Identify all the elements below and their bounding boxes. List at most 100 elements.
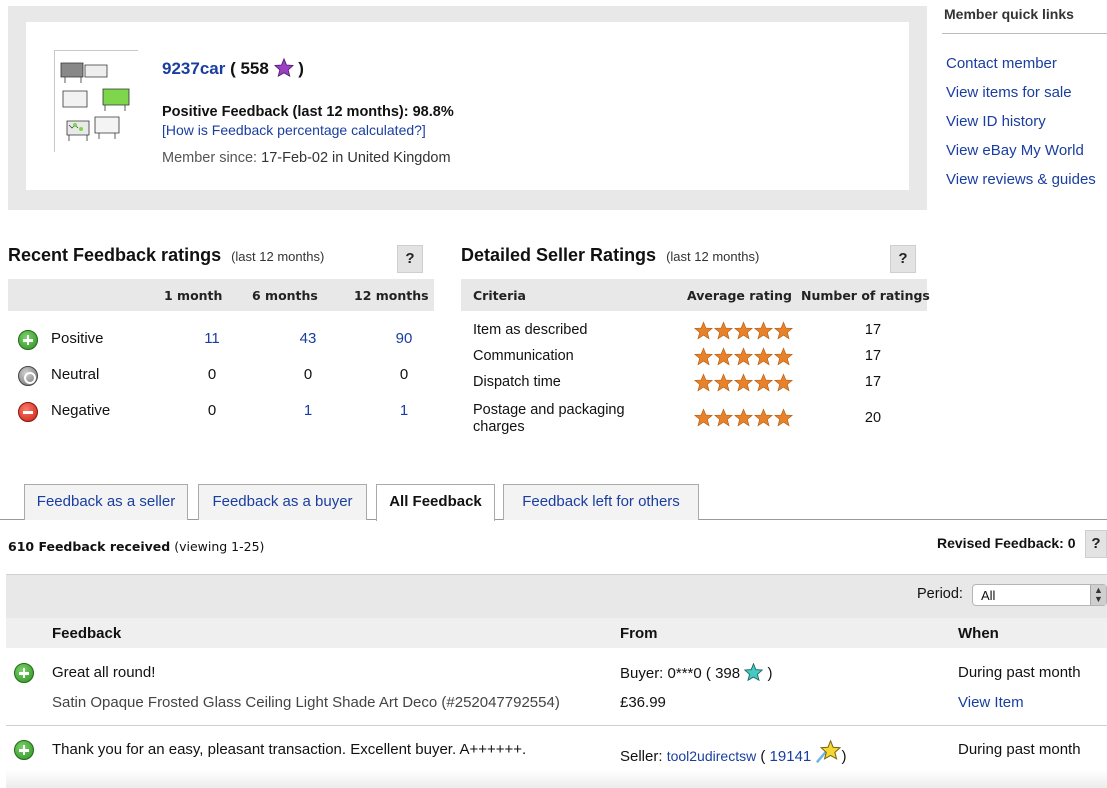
feedback-from: Seller: tool2udirectsw ( 19141 ) xyxy=(620,739,846,768)
feedback-item-title: Satin Opaque Frosted Glass Ceiling Light… xyxy=(52,694,560,711)
revised-feedback-help-button[interactable]: ? xyxy=(1085,530,1107,558)
star-icon xyxy=(713,321,734,340)
col-average-rating: Average rating xyxy=(687,288,792,303)
positive-12-months-link[interactable]: 90 xyxy=(384,330,424,347)
star-icon xyxy=(773,347,794,366)
neutral-12-months: 0 xyxy=(399,366,409,383)
neutral-1-month: 0 xyxy=(207,366,217,383)
feedback-when: During past month xyxy=(958,664,1081,681)
col-criteria: Criteria xyxy=(473,288,526,303)
quick-links-title: Member quick links xyxy=(944,6,1074,22)
positive-icon xyxy=(18,330,38,350)
star-rating xyxy=(693,321,794,340)
feedback-percentage-help-link[interactable]: [How is Feedback percentage calculated?] xyxy=(162,122,426,138)
member-username-link[interactable]: 9237car xyxy=(162,59,225,78)
star-icon xyxy=(753,373,774,392)
member-since: Member since: 17-Feb-02 in United Kingdo… xyxy=(162,150,451,166)
view-id-history-link[interactable]: View ID history xyxy=(946,113,1046,130)
member-score: 558 xyxy=(240,59,269,78)
positive-1-month-link[interactable]: 11 xyxy=(192,330,232,347)
member-summary-box: 9237car ( 558 ) Positive Feedback (last … xyxy=(8,6,927,210)
negative-6-months-link[interactable]: 1 xyxy=(288,402,328,419)
star-icon xyxy=(753,321,774,340)
feedback-price: £36.99 xyxy=(620,694,666,711)
star-icon xyxy=(693,347,714,366)
seller-score-link[interactable]: 19141 xyxy=(770,748,812,765)
col-6-months: 6 months xyxy=(252,288,318,303)
neutral-icon xyxy=(18,366,38,386)
star-icon xyxy=(773,321,794,340)
star-icon xyxy=(753,408,774,427)
neutral-6-months: 0 xyxy=(303,366,313,383)
star-icon xyxy=(753,347,774,366)
feedback-comment: Thank you for an easy, pleasant transact… xyxy=(52,741,527,758)
dsr-title: Detailed Seller Ratings (last 12 months) xyxy=(461,245,760,265)
select-arrows-icon: ▲ ▼ xyxy=(1090,585,1106,605)
feedback-table-header: Feedback From When xyxy=(6,618,1107,648)
recent-ratings-help-button[interactable]: ? xyxy=(397,245,423,273)
col-1-month: 1 month xyxy=(164,288,223,303)
member-avatar[interactable] xyxy=(54,50,139,153)
star-icon xyxy=(713,373,734,392)
feedback-comment: Great all round! xyxy=(52,664,156,681)
purple-star-icon xyxy=(273,57,294,82)
member-since-value: 17-Feb-02 in United Kingdom xyxy=(261,150,451,166)
star-icon xyxy=(713,347,734,366)
star-icon xyxy=(733,373,754,392)
positive-feedback-percentage: Positive Feedback (last 12 months): 98.8… xyxy=(162,104,454,120)
row-divider xyxy=(6,725,1107,726)
tab-feedback-left-for-others[interactable]: Feedback left for others xyxy=(503,484,699,520)
buyer-score: 398 xyxy=(715,665,741,682)
view-item-link[interactable]: View Item xyxy=(958,694,1024,711)
feedback-when: During past month xyxy=(958,741,1081,758)
period-select[interactable]: All ▲ ▼ xyxy=(972,584,1107,606)
period-label: Period: xyxy=(917,586,963,602)
turquoise-star-icon xyxy=(744,662,764,685)
contact-member-link[interactable]: Contact member xyxy=(946,55,1057,72)
tab-feedback-as-seller[interactable]: Feedback as a seller xyxy=(24,484,188,520)
buyer-username: 0***0 xyxy=(667,665,702,682)
dsr-header: Criteria Average rating Number of rating… xyxy=(461,279,930,311)
star-icon xyxy=(733,347,754,366)
rating-row-negative: Negative 0 1 1 xyxy=(18,400,428,424)
dsr-subtitle: (last 12 months) xyxy=(666,249,760,264)
seller-username-link[interactable]: tool2udirectsw xyxy=(667,748,757,764)
member-card: 9237car ( 558 ) Positive Feedback (last … xyxy=(26,22,909,190)
recent-ratings-title: Recent Feedback ratings (last 12 months) xyxy=(8,245,325,265)
star-icon xyxy=(733,321,754,340)
member-title: 9237car ( 558 ) xyxy=(162,57,304,82)
view-my-world-link[interactable]: View eBay My World xyxy=(946,142,1084,159)
view-items-for-sale-link[interactable]: View items for sale xyxy=(946,84,1072,101)
positive-icon xyxy=(14,740,34,760)
recent-ratings-header: 1 month 6 months 12 months xyxy=(8,279,434,311)
recent-ratings-subtitle: (last 12 months) xyxy=(231,249,325,264)
negative-12-months-link[interactable]: 1 xyxy=(384,402,424,419)
star-icon xyxy=(773,373,794,392)
revised-feedback-count: Revised Feedback: 0 xyxy=(937,535,1076,551)
positive-icon xyxy=(14,663,34,683)
quick-links-list: Contact member View items for sale View … xyxy=(946,55,1096,200)
feedback-from: Buyer: 0***0 ( 398 ) xyxy=(620,662,772,685)
star-icon xyxy=(733,408,754,427)
tab-feedback-as-buyer[interactable]: Feedback as a buyer xyxy=(198,484,367,520)
star-rating xyxy=(693,347,794,366)
tab-all-feedback[interactable]: All Feedback xyxy=(376,484,495,521)
col-number-of-ratings: Number of ratings xyxy=(801,288,930,303)
positive-6-months-link[interactable]: 43 xyxy=(288,330,328,347)
star-icon xyxy=(693,373,714,392)
col-from: From xyxy=(620,625,658,642)
view-reviews-guides-link[interactable]: View reviews & guides xyxy=(946,171,1096,188)
rating-row-neutral: Neutral 0 0 0 xyxy=(18,364,428,388)
star-icon xyxy=(773,408,794,427)
member-since-label: Member since: xyxy=(162,150,258,166)
star-rating xyxy=(693,373,794,392)
star-icon xyxy=(713,408,734,427)
col-feedback: Feedback xyxy=(52,625,122,642)
star-icon xyxy=(693,408,714,427)
dsr-help-button[interactable]: ? xyxy=(890,245,916,273)
quick-links-divider xyxy=(942,33,1107,34)
feedback-received-count: 610 Feedback received (viewing 1-25) xyxy=(8,539,265,554)
negative-1-month: 0 xyxy=(207,402,217,419)
col-12-months: 12 months xyxy=(354,288,429,303)
star-icon xyxy=(693,321,714,340)
